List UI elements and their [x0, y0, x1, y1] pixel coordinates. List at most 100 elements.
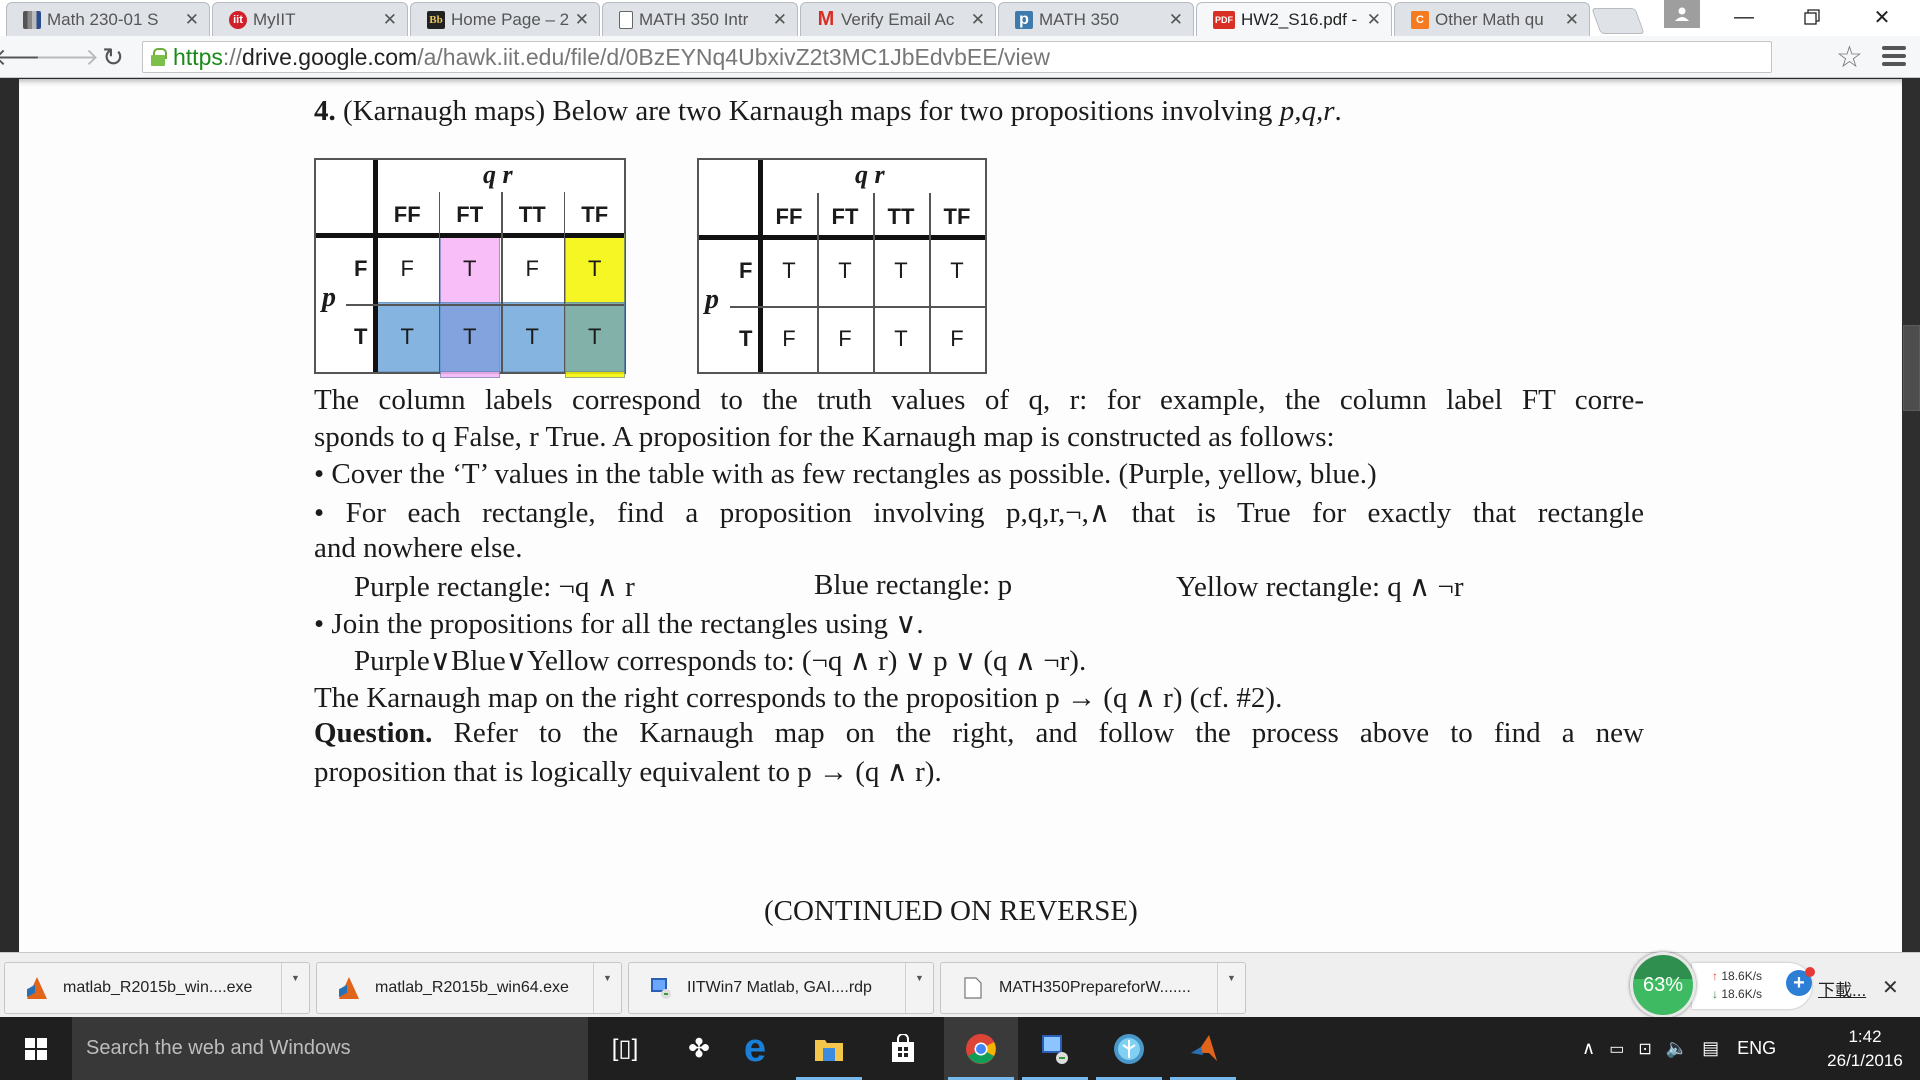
download-item[interactable]: MATH350PrepareforW....... ▼ — [940, 962, 1246, 1014]
paragraph-line: and nowhere else. — [314, 532, 523, 564]
plus-icon[interactable]: + — [1786, 967, 1815, 996]
kmap-cell: T — [838, 258, 852, 283]
network-icon[interactable]: ⊡ — [1638, 1039, 1651, 1059]
document-icon — [619, 10, 633, 29]
download-menu-caret[interactable]: ▼ — [1217, 963, 1245, 1013]
remote-desktop-taskbar-icon[interactable] — [1018, 1017, 1092, 1080]
paragraph-line: The column labels correspond to the trut… — [314, 384, 1644, 416]
karnaugh-map-right: q r FF FT TT TF p F T T T T T F F T F — [697, 158, 987, 374]
app-tree-icon[interactable] — [1092, 1017, 1166, 1080]
kmap-cell: T — [588, 256, 602, 281]
download-speed: 18.6K/s — [1721, 987, 1763, 1001]
download-item[interactable]: IITWin7 Matlab, GAI....rdp ▼ — [628, 962, 934, 1014]
tab-other-math[interactable]: C Other Math qu ✕ — [1394, 2, 1590, 36]
tab-math-230[interactable]: Math 230-01 S ✕ — [6, 2, 210, 36]
close-tab-icon[interactable]: ✕ — [575, 10, 589, 30]
yellow-rectangle-text: Yellow rectangle: q ∧ ¬r — [1176, 571, 1464, 603]
close-window-button[interactable]: ✕ — [1854, 0, 1910, 34]
close-tab-icon[interactable]: ✕ — [773, 10, 787, 30]
store-icon[interactable] — [866, 1017, 940, 1080]
kmap-gridline — [438, 191, 440, 372]
kmap-cell: F — [782, 326, 796, 351]
windows-taskbar: Search the web and Windows [▯] ✤ e ∧ ▭ ⊡… — [0, 1017, 1920, 1080]
scrollbar-track[interactable] — [1902, 79, 1920, 952]
new-tab-button[interactable] — [1591, 8, 1645, 34]
upload-speed: 18.6K/s — [1721, 969, 1763, 983]
close-tab-icon[interactable]: ✕ — [185, 10, 199, 30]
close-tab-icon[interactable]: ✕ — [1565, 10, 1579, 30]
tab-home-page[interactable]: Bb Home Page – 2 ✕ — [410, 2, 600, 36]
kmap-row-variable: p — [705, 284, 719, 315]
chrome-menu-button[interactable] — [1882, 46, 1906, 70]
kmap-cell: F — [400, 256, 414, 281]
taskbar-search[interactable]: Search the web and Windows — [72, 1017, 588, 1080]
edge-icon[interactable]: e — [718, 1017, 792, 1080]
language-indicator[interactable]: ENG — [1737, 1038, 1776, 1059]
kmap-cell: T — [400, 324, 414, 349]
paragraph-line: sponds to q False, r True. A proposition… — [314, 421, 1335, 453]
download-menu-caret[interactable]: ▼ — [281, 963, 309, 1013]
kmap-column-header: TT — [518, 202, 546, 227]
kmap-column-variable: q r — [855, 160, 885, 189]
purple-rectangle-text: Purple rectangle: ¬q ∧ r — [354, 571, 635, 603]
volume-icon[interactable]: 🔈 — [1666, 1038, 1688, 1059]
gmail-icon: M — [817, 8, 835, 30]
show-all-downloads-link[interactable]: 下載... — [1818, 976, 1866, 1001]
iit-icon: iit — [229, 10, 247, 29]
tab-hw2-pdf[interactable]: PDF HW2_S16.pdf - ✕ — [1196, 2, 1392, 36]
network-speed-widget[interactable]: ↑ 18.6K/s ↓ 18.6K/s 63% + — [1630, 950, 1840, 1020]
show-hidden-icons-chevron[interactable]: ∧ — [1582, 1038, 1595, 1059]
kmap-cell: F — [525, 256, 539, 281]
restore-button[interactable] — [1784, 0, 1840, 34]
forward-button[interactable]: 🡒 — [35, 42, 99, 72]
download-item[interactable]: matlab_R2015b_win64.exe ▼ — [316, 962, 622, 1014]
kmap-column-header: FT — [456, 202, 484, 227]
close-tab-icon[interactable]: ✕ — [383, 10, 397, 30]
profile-button[interactable] — [1664, 0, 1700, 28]
task-view-icon[interactable]: [▯] — [588, 1017, 662, 1080]
start-button[interactable] — [0, 1017, 72, 1080]
system-clock[interactable]: 1:42 26/1/2016 — [1815, 1025, 1915, 1073]
tab-math-350-intro[interactable]: MATH 350 Intr ✕ — [602, 2, 798, 36]
question-line: Question. Refer to the Karnaugh map on t… — [314, 717, 1644, 749]
lock-icon — [151, 48, 167, 66]
chrome-icon[interactable] — [944, 1017, 1018, 1080]
kmap-cell: T — [894, 258, 908, 283]
bullet-proposition: • For each rectangle, find a proposition… — [314, 497, 1644, 529]
kmap-column-header: TF — [943, 204, 971, 229]
close-tab-icon[interactable]: ✕ — [971, 10, 985, 30]
reload-button[interactable]: ↻ — [98, 42, 128, 72]
join-result: Purple∨Blue∨Yellow corresponds to: (¬q ∧… — [354, 645, 1087, 677]
action-center-icon[interactable]: ▤ — [1702, 1038, 1719, 1059]
download-menu-caret[interactable]: ▼ — [593, 963, 621, 1013]
kmap-row-header: F — [354, 256, 368, 281]
address-bar[interactable]: https://drive.google.com/a/hawk.iit.edu/… — [142, 41, 1772, 73]
tab-math-350[interactable]: p MATH 350 ✕ — [998, 2, 1194, 36]
kmap-gridline — [563, 191, 565, 372]
browser-toolbar: 🡐 🡒 ↻ https://drive.google.com/a/hawk.ii… — [0, 36, 1920, 78]
battery-icon[interactable]: ▭ — [1609, 1039, 1624, 1059]
kmap-divider — [699, 235, 985, 240]
close-tab-icon[interactable]: ✕ — [1169, 10, 1183, 30]
tab-verify-email[interactable]: M Verify Email Ac ✕ — [800, 2, 996, 36]
kmap-gridline — [501, 191, 503, 372]
close-shelf-icon[interactable]: ✕ — [1882, 975, 1899, 1000]
upload-arrow-icon: ↑ — [1712, 969, 1718, 983]
bars-icon — [23, 10, 41, 29]
tab-myiit[interactable]: iit MyIIT ✕ — [212, 2, 408, 36]
kmap-cell: T — [950, 258, 964, 283]
file-explorer-icon[interactable] — [792, 1017, 866, 1080]
minimize-button[interactable]: — — [1716, 0, 1772, 34]
matlab-icon — [339, 977, 359, 999]
tab-strip: Math 230-01 S ✕ iit MyIIT ✕ Bb Home Page… — [0, 0, 1920, 36]
matlab-taskbar-icon[interactable] — [1166, 1017, 1240, 1080]
download-menu-caret[interactable]: ▼ — [905, 963, 933, 1013]
karnaugh-map-left: q r FF FT TT TF p F T F T F T T T T T — [314, 158, 626, 378]
download-item[interactable]: matlab_R2015b_win....exe ▼ — [4, 962, 310, 1014]
scrollbar-thumb[interactable] — [1903, 325, 1920, 411]
close-tab-icon[interactable]: ✕ — [1367, 10, 1381, 30]
kmap-cell: T — [463, 324, 477, 349]
kmap-row-variable: p — [322, 282, 336, 313]
kmap-column-header: FF — [775, 204, 803, 229]
bookmark-star-icon[interactable]: ☆ — [1836, 40, 1863, 75]
